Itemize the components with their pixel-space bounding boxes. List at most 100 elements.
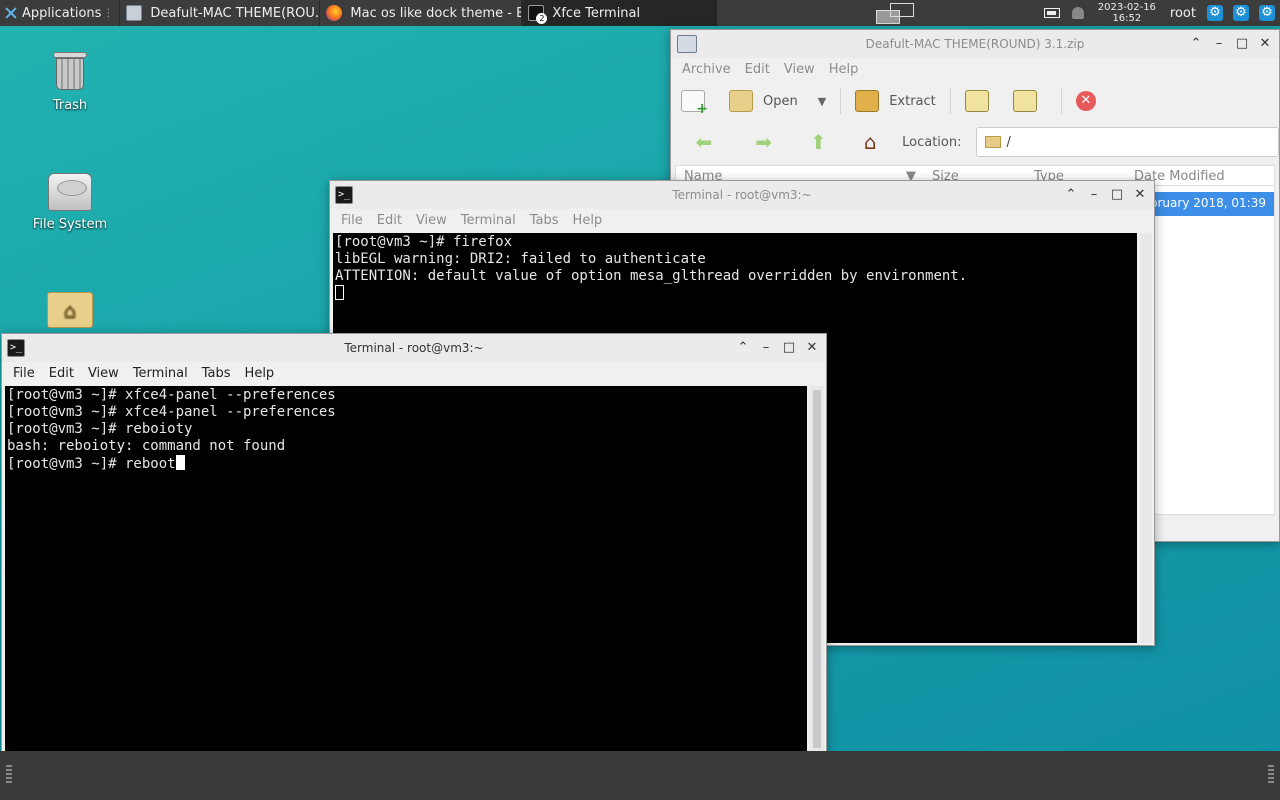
terminal-output[interactable]: [root@vm3 ~]# xfce4-panel --preferences [… [5,386,807,752]
up-arrow-icon[interactable]: ⬆ [809,130,829,154]
menu-view[interactable]: View [409,213,454,228]
menu-tabs[interactable]: Tabs [523,213,566,228]
menu-help[interactable]: Help [238,366,282,381]
settings-gear-icon[interactable]: ⚙ [1207,5,1223,21]
terminal-input-line: [root@vm3 ~]# reboot [7,456,176,472]
extract-label: Extract [889,93,936,109]
terminal-line: ATTENTION: default value of option mesa_… [335,268,968,284]
menu-edit[interactable]: Edit [370,213,409,228]
menu-edit[interactable]: Edit [738,62,777,77]
extract-button[interactable]: Extract [855,90,936,112]
chevron-down-icon[interactable]: ▼ [818,95,826,108]
notification-bell-icon[interactable] [1071,7,1084,19]
navigation-bar: ⬅ ➡ ⬆ ⌂ Location: / [671,122,1279,162]
settings-gear-icon[interactable]: ⚙ [1259,5,1275,21]
desktop-icon-filesystem[interactable]: File System [20,173,120,232]
taskbar-label: Deafult-MAC THEME(ROU... [150,5,320,21]
menubar: File Edit View Terminal Tabs Help [330,209,1154,231]
settings-gear-icon[interactable]: ⚙ [1233,5,1249,21]
maximize-button[interactable]: □ [779,338,799,358]
menu-file[interactable]: File [6,366,42,381]
terminal-line: [root@vm3 ~]# xfce4-panel --preferences [7,387,336,403]
scrollbar[interactable] [810,386,824,752]
desktop-icon-home[interactable] [20,292,120,328]
close-button[interactable]: ✕ [802,338,822,358]
home-folder-icon [47,292,93,328]
shade-button[interactable]: ⌃ [1061,185,1081,205]
minimize-button[interactable]: – [756,338,776,358]
menu-view[interactable]: View [777,62,822,77]
archive-icon [126,5,143,21]
open-label: Open [763,93,798,109]
titlebar[interactable]: Deafult-MAC THEME(ROUND) 3.1.zip ⌃ – □ ✕ [671,30,1279,58]
terminal-window-front: >_ Terminal - root@vm3:~ ⌃ – □ ✕ File Ed… [1,333,827,753]
menu-edit[interactable]: Edit [42,366,81,381]
applications-menu-button[interactable]: Applications ⋮ [0,0,119,26]
battery-icon[interactable] [1043,8,1060,18]
shade-button[interactable]: ⌃ [1186,34,1206,54]
maximize-button[interactable]: □ [1107,185,1127,205]
menu-terminal[interactable]: Terminal [454,213,523,228]
workspace-2[interactable] [890,3,914,17]
new-archive-button[interactable] [681,90,715,117]
terminal-cursor [175,455,185,470]
firefox-icon [326,5,343,21]
add-folder-icon [1012,90,1037,112]
scrollbar[interactable] [1140,233,1152,643]
clock[interactable]: 2023-02-16 16:52 [1098,2,1156,24]
workspace-switcher[interactable] [874,1,916,25]
desktop-icon-label: Trash [52,98,88,113]
terminal-line: [root@vm3 ~]# firefox [335,234,513,250]
row-date: February 2018, 01:39 [1136,196,1266,210]
applications-label: Applications [22,5,102,21]
scrollbar-thumb[interactable] [813,390,821,748]
add-files-button[interactable] [964,90,999,112]
panel-handle-left[interactable] [6,765,12,785]
minimize-button[interactable]: – [1209,34,1229,54]
menu-help[interactable]: Help [566,213,610,228]
menu-terminal[interactable]: Terminal [126,366,195,381]
menubar: Archive Edit View Help [671,58,1279,80]
maximize-button[interactable]: □ [1232,34,1252,54]
terminal-icon [528,5,548,24]
folder-icon [984,136,1001,148]
system-tray: 2023-02-16 16:52 root ⚙ ⚙ ⚙ [1038,0,1280,26]
shade-button[interactable]: ⌃ [733,338,753,358]
taskbar-button-archive[interactable]: Deafult-MAC THEME(ROU... [119,0,319,26]
extract-icon [855,90,880,112]
minimize-button[interactable]: – [1084,185,1104,205]
terminal-line: [root@vm3 ~]# reboioty [7,421,193,437]
open-button[interactable]: Open ▼ [729,90,826,112]
bottom-panel [0,751,1280,800]
terminal-line: libEGL warning: DRI2: failed to authenti… [335,251,706,267]
close-button[interactable]: ✕ [1130,185,1150,205]
panel-handle-right[interactable] [1268,765,1274,785]
menu-view[interactable]: View [81,366,126,381]
close-button[interactable]: ✕ [1255,34,1275,54]
back-arrow-icon[interactable]: ⬅ [689,130,719,154]
taskbar-button-terminal[interactable]: Xfce Terminal [521,0,718,26]
taskbar-button-firefox[interactable]: Mac os like dock theme - Ey... [319,0,521,26]
home-icon[interactable]: ⌂ [858,131,882,153]
location-input[interactable]: / [975,127,1279,157]
taskbar-label: Mac os like dock theme - Ey... [350,5,521,21]
window-title: Terminal - root@vm3:~ [344,341,484,355]
terminal-cursor [335,285,344,300]
menu-file[interactable]: File [334,213,370,228]
menu-archive[interactable]: Archive [675,62,738,77]
clock-date: 2023-02-16 [1097,2,1156,13]
forward-arrow-icon[interactable]: ➡ [749,130,779,154]
terminal-icon: >_ [335,186,353,204]
titlebar[interactable]: >_ Terminal - root@vm3:~ ⌃ – □ ✕ [2,334,826,362]
user-name[interactable]: root [1170,6,1196,21]
add-folder-button[interactable] [1012,90,1047,112]
titlebar[interactable]: >_ Terminal - root@vm3:~ ⌃ – □ ✕ [330,181,1154,209]
new-archive-icon [681,90,708,117]
desktop-icon-label: File System [32,217,108,232]
add-files-icon [964,90,989,112]
menu-help[interactable]: Help [822,62,866,77]
menu-tabs[interactable]: Tabs [195,366,238,381]
stop-button[interactable]: ✕ [1075,91,1096,111]
location-value: / [1006,134,1011,150]
desktop-icon-trash[interactable]: Trash [20,50,120,113]
